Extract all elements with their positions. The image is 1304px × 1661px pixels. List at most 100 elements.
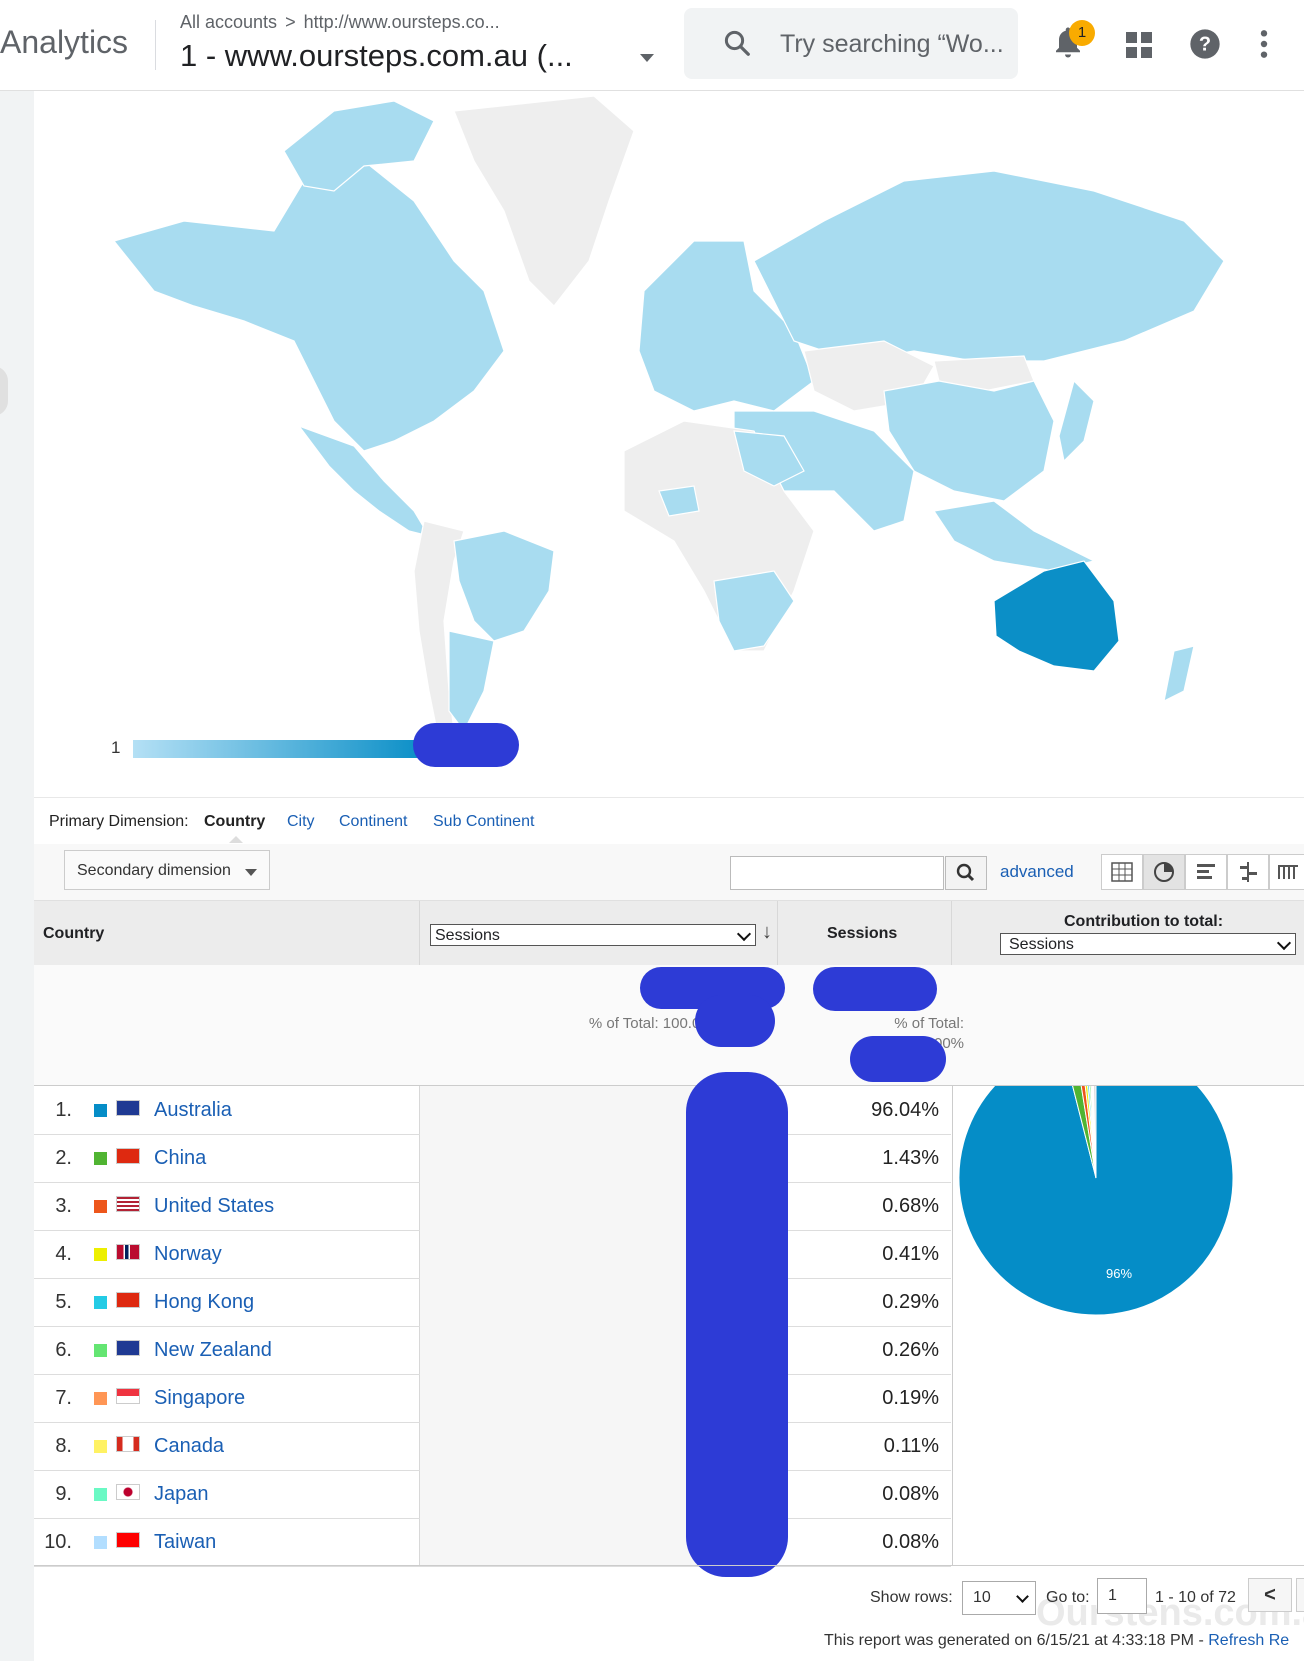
breadcrumb[interactable]: All accounts > http://www.oursteps.co... bbox=[180, 12, 500, 33]
country-flag-icon bbox=[116, 1388, 140, 1404]
sessions-percent: 0.41% bbox=[882, 1243, 939, 1265]
app-name[interactable]: Analytics bbox=[0, 24, 128, 61]
row-rank: 4. bbox=[55, 1243, 72, 1265]
series-color-swatch bbox=[94, 1344, 107, 1357]
nav-expand-handle[interactable] bbox=[0, 366, 8, 416]
sessions-percent: 0.11% bbox=[883, 1435, 939, 1457]
dimension-country[interactable]: Country bbox=[204, 813, 265, 831]
table-view-button[interactable] bbox=[1101, 854, 1143, 890]
map-legend-gradient bbox=[133, 740, 423, 758]
prev-page-button[interactable]: < bbox=[1248, 1578, 1292, 1612]
map-region-southeast-asia bbox=[932, 500, 1096, 572]
search-input[interactable]: Try searching “Wo... bbox=[684, 8, 1018, 79]
show-rows-label: Show rows: bbox=[870, 1589, 953, 1606]
country-link[interactable]: United States bbox=[154, 1195, 274, 1218]
pivot-icon bbox=[1278, 865, 1298, 879]
sessions-percent: 96.04% bbox=[871, 1099, 939, 1121]
series-color-swatch bbox=[94, 1200, 107, 1213]
row-rank: 6. bbox=[55, 1339, 72, 1361]
table-row: 4. Norway 0.41% bbox=[34, 1230, 951, 1279]
left-nav-rail bbox=[0, 91, 34, 1661]
advanced-filter-link[interactable]: advanced bbox=[1000, 862, 1074, 882]
comparison-view-button[interactable] bbox=[1227, 854, 1269, 890]
map-region-greenland bbox=[453, 95, 635, 307]
table-row: 1. Australia 96.04% bbox=[34, 1086, 951, 1135]
series-color-swatch bbox=[94, 1488, 107, 1501]
chevron-down-icon bbox=[1016, 1590, 1029, 1603]
country-link[interactable]: Canada bbox=[154, 1435, 224, 1458]
top-app-bar: Analytics All accounts > http://www.ourste… bbox=[0, 0, 1304, 91]
map-region-australia bbox=[993, 560, 1120, 672]
series-color-swatch bbox=[94, 1392, 107, 1405]
column-header-sessions[interactable]: Sessions bbox=[827, 925, 897, 943]
total-percent-left: % of Total: 100.00% bbox=[588, 1015, 722, 1032]
contribution-select[interactable]: Sessions bbox=[1000, 933, 1296, 955]
country-link[interactable]: Australia bbox=[154, 1099, 232, 1122]
sessions-percent: 0.08% bbox=[882, 1531, 939, 1553]
country-flag-icon bbox=[116, 1244, 140, 1260]
world-map bbox=[112, 95, 1225, 742]
dimension-city[interactable]: City bbox=[287, 813, 315, 831]
apps-grid-icon[interactable] bbox=[1126, 32, 1152, 58]
country-link[interactable]: Hong Kong bbox=[154, 1291, 254, 1314]
goto-label: Go to: bbox=[1046, 1589, 1090, 1606]
term-cloud-view-button[interactable] bbox=[1269, 854, 1304, 890]
show-rows-value: 10 bbox=[973, 1589, 991, 1606]
refresh-report-link[interactable]: Refresh Re bbox=[1208, 1632, 1289, 1649]
table-footer: Show rows: 10 Go to: 1 1 - 10 of 72 < Th… bbox=[34, 1566, 1304, 1661]
primary-dimension-label: Primary Dimension: bbox=[49, 813, 189, 830]
map-region-japan bbox=[1058, 379, 1095, 463]
series-color-swatch bbox=[94, 1536, 107, 1549]
view-selector[interactable]: 1 - www.oursteps.com.au (... bbox=[180, 38, 573, 74]
geo-map[interactable] bbox=[34, 91, 1304, 796]
bar-list-icon bbox=[1197, 864, 1215, 879]
show-rows-select[interactable]: 10 bbox=[962, 1581, 1036, 1615]
contribution-label: Contribution to total: bbox=[1064, 913, 1224, 930]
map-legend-min: 1 bbox=[111, 738, 121, 757]
help-icon[interactable]: ? bbox=[1189, 28, 1221, 60]
table-row: 9. Japan 0.08% bbox=[34, 1470, 951, 1519]
country-link[interactable]: Japan bbox=[154, 1483, 209, 1506]
country-link[interactable]: New Zealand bbox=[154, 1339, 272, 1362]
column-header-country[interactable]: Country bbox=[43, 925, 104, 943]
filter-search-button[interactable] bbox=[945, 856, 987, 890]
breadcrumb-all-accounts[interactable]: All accounts bbox=[180, 12, 277, 32]
secondary-dimension-dropdown[interactable]: Secondary dimension bbox=[64, 850, 270, 890]
contribution-select-value: Sessions bbox=[1009, 936, 1074, 953]
chevron-down-icon[interactable] bbox=[640, 54, 654, 62]
country-link[interactable]: Norway bbox=[154, 1243, 222, 1266]
notification-count-badge: 1 bbox=[1069, 20, 1095, 46]
table-row: 3. United States 0.68% bbox=[34, 1182, 951, 1231]
next-page-button[interactable] bbox=[1296, 1578, 1304, 1612]
country-link[interactable]: China bbox=[154, 1147, 206, 1170]
table-row: 8. Canada 0.11% bbox=[34, 1422, 951, 1471]
sort-descending-icon[interactable]: ↓ bbox=[762, 921, 772, 944]
table-row: 5. Hong Kong 0.29% bbox=[34, 1278, 951, 1327]
redaction-scribble bbox=[695, 995, 775, 1047]
redaction-scribble bbox=[850, 1036, 946, 1082]
series-color-swatch bbox=[94, 1440, 107, 1453]
row-rank: 9. bbox=[55, 1483, 72, 1505]
pie-view-button[interactable] bbox=[1143, 854, 1185, 890]
country-flag-icon bbox=[116, 1436, 140, 1452]
grid-icon bbox=[1111, 862, 1133, 882]
breadcrumb-property[interactable]: http://www.oursteps.co... bbox=[304, 12, 500, 32]
table-filter-input[interactable] bbox=[730, 856, 944, 890]
country-link[interactable]: Singapore bbox=[154, 1387, 245, 1410]
country-flag-icon bbox=[116, 1100, 140, 1116]
dimension-continent[interactable]: Continent bbox=[339, 813, 408, 831]
svg-text:?: ? bbox=[1199, 34, 1211, 56]
contribution-pie-chart[interactable]: 96% bbox=[953, 1040, 1304, 1566]
more-vert-icon[interactable] bbox=[1258, 28, 1270, 60]
table-header: Country Sessions ↓ Sessions Contribution… bbox=[34, 901, 1304, 965]
country-link[interactable]: Taiwan bbox=[154, 1531, 216, 1554]
table-row: 10. Taiwan 0.08% bbox=[34, 1518, 951, 1567]
dimension-sub-continent[interactable]: Sub Continent bbox=[433, 813, 534, 831]
redaction-scribble bbox=[686, 1072, 788, 1577]
performance-view-button[interactable] bbox=[1185, 854, 1227, 890]
country-flag-icon bbox=[116, 1532, 140, 1548]
table-row: 2. China 1.43% bbox=[34, 1134, 951, 1183]
goto-page-input[interactable]: 1 bbox=[1097, 1578, 1147, 1614]
metric-select[interactable]: Sessions bbox=[430, 924, 756, 946]
row-rank: 8. bbox=[55, 1435, 72, 1457]
